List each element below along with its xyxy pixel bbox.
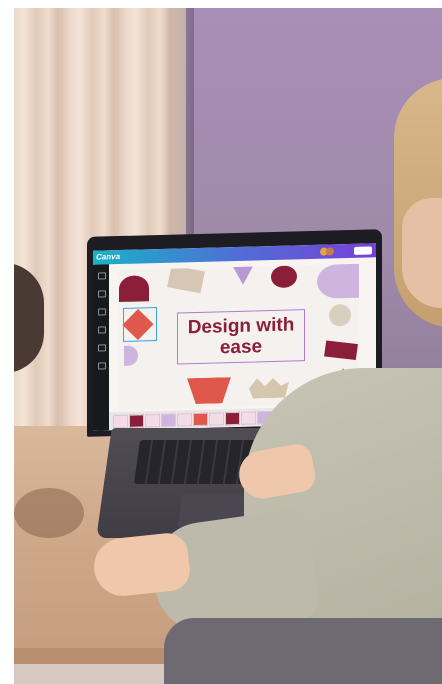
rail-icon[interactable] [98,272,106,280]
side-rail [93,264,109,431]
rail-icon[interactable] [98,362,106,370]
editor-topbar: Canva [93,243,376,265]
shape-arch[interactable] [119,275,149,303]
title-textbox[interactable]: Design with ease [177,309,305,365]
shape-beige-circle[interactable] [329,303,351,327]
selection-box[interactable] [123,307,157,342]
app-logo[interactable]: Canva [96,252,120,262]
page-thumbnail[interactable] [129,414,144,428]
page-thumbnail[interactable] [193,412,208,427]
shape-zigzag[interactable] [249,378,289,399]
page-thumbnail[interactable] [209,412,224,426]
shape-lavender[interactable] [124,345,138,366]
shape-block[interactable] [167,265,205,294]
rail-icon[interactable] [98,290,106,298]
rail-icon[interactable] [98,344,106,352]
shape-circle[interactable] [271,265,297,289]
lamp-shadow [14,488,84,538]
page-thumbnail[interactable] [113,414,128,429]
page-thumbnail[interactable] [177,413,192,427]
shape-half-circle[interactable] [317,263,359,299]
page-thumbnail[interactable] [225,411,240,426]
page-thumbnail[interactable] [145,413,160,428]
avatar-icon[interactable] [326,247,334,256]
design-title[interactable]: Design with ease [178,314,304,359]
rail-icon[interactable] [98,308,106,316]
shape-red-trapezoid[interactable] [187,377,231,404]
rail-icon[interactable] [98,326,106,334]
share-icon[interactable] [354,246,372,255]
page-thumbnail[interactable] [241,411,256,425]
shape-star[interactable] [231,263,255,286]
page-thumbnail[interactable] [161,413,176,427]
photo-scene: Canva Design with ease [14,8,442,684]
shape-maroon-bar[interactable] [324,340,358,360]
chair-back [164,618,442,684]
